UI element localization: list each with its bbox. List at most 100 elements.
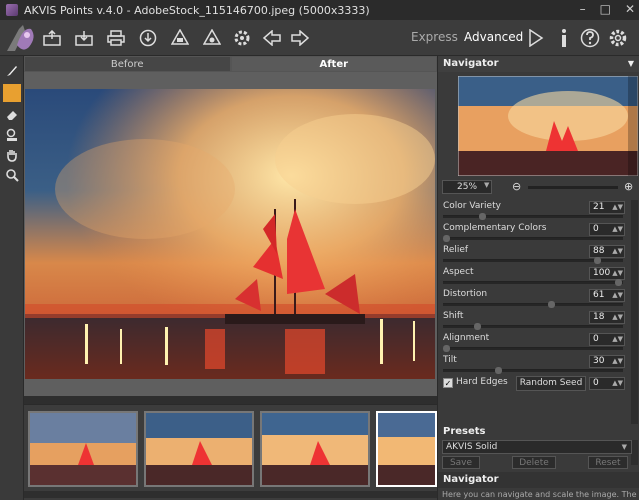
param-value-spinner[interactable]: 18 ▲▼ (589, 311, 625, 324)
slider-handle[interactable] (479, 213, 487, 220)
param-slider[interactable] (443, 215, 623, 218)
param-label: Alignment (443, 333, 490, 343)
spinner-arrows-icon[interactable]: ▲▼ (612, 202, 623, 213)
slider-handle[interactable] (547, 301, 555, 308)
brush-icon[interactable] (3, 62, 21, 80)
eraser-icon[interactable] (3, 106, 21, 124)
preset-thumbnail[interactable] (260, 411, 370, 487)
param-value-spinner[interactable]: 100 ▲▼ (589, 267, 625, 280)
param-row: Complementary Colors 0 ▲▼ (441, 222, 626, 244)
hand-icon[interactable] (3, 146, 21, 164)
param-slider[interactable] (443, 303, 623, 306)
settings-gear-icon[interactable] (232, 28, 252, 48)
undo-icon[interactable] (262, 28, 282, 48)
minimize-button[interactable]: – (580, 2, 586, 16)
zoom-slider[interactable] (528, 186, 618, 189)
zoom-in-icon[interactable]: ⊕ (624, 180, 633, 193)
zoom-icon[interactable] (3, 166, 21, 184)
plugin-icon[interactable] (202, 28, 222, 48)
share-icon[interactable] (138, 28, 158, 48)
color-swatch[interactable] (3, 84, 21, 102)
param-slider[interactable] (443, 237, 623, 240)
bottom-navigator-header: Navigator (438, 472, 639, 488)
slider-handle[interactable] (473, 323, 481, 330)
param-label: Shift (443, 311, 464, 321)
navigator-header: Navigator ▼ (438, 56, 639, 72)
app-icon (6, 4, 18, 16)
reset-preset-button[interactable]: Reset (588, 456, 628, 469)
spinner-arrows-icon[interactable]: ▲▼ (612, 312, 623, 323)
param-label: Color Variety (443, 201, 501, 211)
param-slider[interactable] (443, 325, 623, 328)
param-value-spinner[interactable]: 21 ▲▼ (589, 201, 625, 214)
param-row: Relief 88 ▲▼ (441, 244, 626, 266)
param-value-spinner[interactable]: 30 ▲▼ (589, 355, 625, 368)
random-seed-value[interactable]: 0 ▲▼ (589, 377, 625, 390)
advanced-mode-link[interactable]: Advanced (464, 30, 523, 44)
navigator-preview[interactable] (458, 76, 638, 176)
spinner-arrows-icon[interactable]: ▲▼ (612, 290, 623, 301)
akvis-logo-icon (7, 25, 34, 51)
param-value-spinner[interactable]: 0 ▲▼ (589, 333, 625, 346)
result-filmstrip (24, 404, 437, 500)
param-label: Aspect (443, 267, 474, 277)
batch-icon[interactable] (170, 28, 190, 48)
tab-after[interactable]: After (230, 56, 437, 72)
spinner-arrows-icon[interactable]: ▲▼ (612, 356, 623, 367)
delete-preset-button[interactable]: Delete (512, 456, 556, 469)
canvas-horizontal-scrollbar[interactable] (24, 396, 437, 404)
info-icon[interactable] (554, 28, 574, 48)
preset-thumbnail-selected[interactable] (376, 411, 437, 487)
close-button[interactable]: ✕ (625, 2, 635, 16)
toolbar: Express Advanced (0, 20, 639, 56)
tool-sidebar (0, 56, 24, 500)
param-label: Relief (443, 245, 469, 255)
tab-before[interactable]: Before (24, 56, 231, 72)
param-value-spinner[interactable]: 0 ▲▼ (589, 223, 625, 236)
painted-image[interactable] (25, 89, 435, 379)
param-row: Shift 18 ▲▼ (441, 310, 626, 332)
maximize-button[interactable]: □ (600, 2, 611, 16)
slider-handle[interactable] (615, 279, 622, 286)
slider-handle[interactable] (494, 367, 502, 374)
param-label: Tilt (443, 355, 457, 365)
settings-panel: Navigator ▼ 25% ▼ ⊖ ⊕ Color Variety 21 ▲▼ Co… (437, 56, 639, 500)
spinner-arrows-icon[interactable]: ▲▼ (612, 334, 623, 345)
slider-handle[interactable] (443, 345, 450, 352)
param-row: Tilt 30 ▲▼ (441, 354, 626, 376)
chevron-down-icon: ▼ (621, 443, 627, 451)
slider-handle[interactable] (443, 235, 450, 242)
help-icon[interactable] (580, 28, 600, 48)
param-slider[interactable] (443, 369, 623, 372)
zoom-out-icon[interactable]: ⊖ (512, 180, 521, 193)
preset-thumbnail[interactable] (28, 411, 138, 487)
param-row: Color Variety 21 ▲▼ (441, 200, 626, 222)
param-slider[interactable] (443, 347, 623, 350)
open-icon[interactable] (42, 28, 62, 48)
express-mode-link[interactable]: Express (411, 30, 458, 44)
print-icon[interactable] (106, 28, 126, 48)
param-value-spinner[interactable]: 61 ▲▼ (589, 289, 625, 302)
save-icon[interactable] (74, 28, 94, 48)
image-canvas-area[interactable] (24, 72, 437, 404)
spinner-arrows-icon[interactable]: ▲▼ (612, 268, 623, 279)
slider-handle[interactable] (594, 257, 602, 264)
spinner-arrows-icon[interactable]: ▲▼ (612, 246, 623, 257)
param-row: Distortion 61 ▲▼ (441, 288, 626, 310)
save-preset-button[interactable]: Save (442, 456, 480, 469)
preset-thumbnail[interactable] (144, 411, 254, 487)
window-title: AKVIS Points v.4.0 - AdobeStock_11514670… (24, 3, 370, 17)
preset-select[interactable]: AKVIS Solid ▼ (442, 440, 632, 454)
redo-icon[interactable] (290, 28, 310, 48)
param-label: Complementary Colors (443, 223, 547, 233)
param-value-spinner[interactable]: 88 ▲▼ (589, 245, 625, 258)
zoom-controls: 25% ▼ ⊖ ⊕ (442, 180, 638, 194)
filmstrip-scrollbar[interactable] (24, 491, 437, 498)
param-slider[interactable] (443, 281, 623, 284)
chevron-down-icon: ▼ (484, 181, 490, 189)
spinner-arrows-icon[interactable]: ▲▼ (612, 224, 623, 235)
gear-icon[interactable] (608, 28, 628, 48)
play-icon[interactable] (526, 28, 546, 48)
title-bar: AKVIS Points v.4.0 - AdobeStock_11514670… (0, 0, 639, 20)
stamp-icon[interactable] (3, 126, 21, 144)
